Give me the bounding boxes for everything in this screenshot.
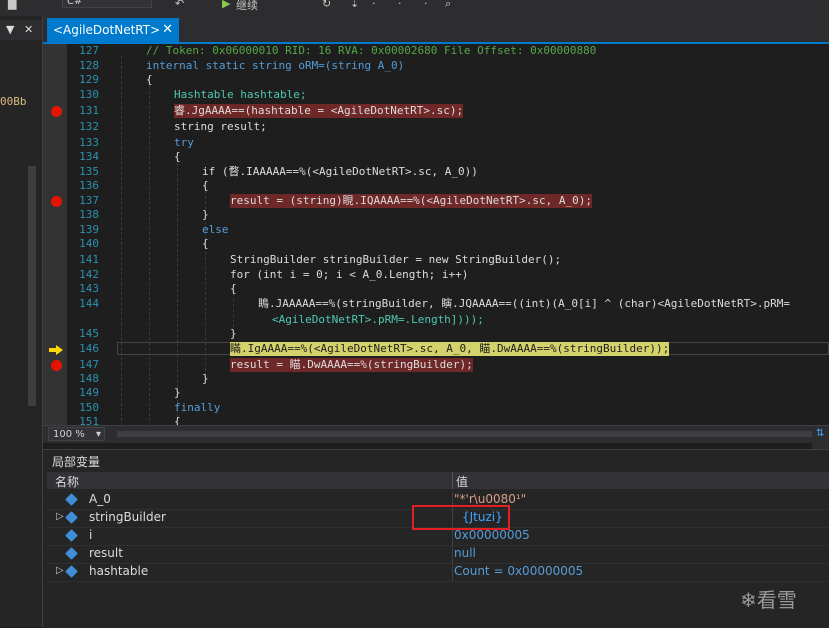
zoom-select[interactable]: 100 % ▾: [48, 427, 105, 441]
tab-agiledotnetrt[interactable]: <AgileDotNetRT> ✕: [47, 18, 179, 42]
close-icon[interactable]: ✕: [24, 23, 33, 36]
language-combo[interactable]: C#: [62, 0, 152, 8]
step-into-icon[interactable]: ·: [372, 0, 376, 10]
search-icon[interactable]: ⌕: [445, 0, 451, 11]
expand-icon[interactable]: ▷: [56, 511, 64, 522]
code-line: 139 else: [79, 223, 229, 236]
locals-window: 局部变量 名称 值 A_0 "*'r\u0080¹" ▷ stringBuild…: [43, 449, 829, 628]
code-line: 137 result = (string)睍.IQAAAA==%(<AgileDo…: [79, 194, 592, 208]
local-row-hashtable[interactable]: ▷ hashtable Count = 0x00000005: [47, 563, 829, 582]
local-row-result[interactable]: result null: [47, 545, 829, 564]
code-line: 150 finally: [79, 401, 221, 414]
code-line: 131 睿.JgAAAA==(hashtable = <AgileDotNetRT…: [79, 104, 464, 118]
code-line: 129{: [79, 73, 153, 86]
code-line: 132 string result;: [79, 120, 267, 133]
expand-icon[interactable]: ▷: [56, 565, 64, 576]
restart-icon[interactable]: ↻: [322, 0, 331, 10]
code-line: 128 internal static string oRM=(string A_…: [79, 59, 405, 72]
step-icon[interactable]: ⇣: [350, 0, 359, 10]
watermark-logo: ❄看雪: [740, 588, 797, 612]
code-line: 136{: [79, 179, 209, 192]
continue-icon[interactable]: ▶: [222, 0, 230, 10]
field-icon: [65, 529, 78, 542]
locals-header: 名称 值: [47, 472, 829, 489]
column-separator[interactable]: [452, 472, 453, 489]
editor-status-bar: 100 % ▾: [43, 425, 829, 443]
code-line: 145}: [79, 327, 237, 340]
column-header-value[interactable]: 值: [456, 473, 468, 490]
code-line: 134{: [79, 150, 181, 163]
code-line: 141 StringBuilder stringBuilder = new Str…: [79, 253, 562, 266]
continue-button[interactable]: 继续: [236, 0, 258, 13]
code-line: 127// Token: 0x06000010 RID: 16 RVA: 0x0…: [79, 44, 597, 57]
code-line: 135 if (瞀.IAAAAA==%(<AgileDotNetRT>.sc, A…: [79, 165, 478, 178]
document-tabs: <AgileDotNetRT> ✕: [43, 16, 829, 42]
code-line: 138}: [79, 208, 209, 221]
panel-header: ▼ ✕: [0, 20, 42, 40]
code-line: 149}: [79, 386, 181, 399]
code-line: <AgileDotNetRT>.pRM=.Length])));: [272, 313, 484, 326]
field-icon: [65, 565, 78, 578]
field-icon: [65, 511, 78, 524]
code-line: 147 result = 瞄.DwAAAA==%(stringBuilder);: [79, 358, 473, 372]
panel-menu-icon[interactable]: ▼: [6, 23, 14, 36]
code-line: 142 for (int i = 0; i < A_0.Length; i++): [79, 268, 469, 281]
code-line: 144 瞗.JAAAAA==%(stringBuilder, 瞚.JQAAAA==…: [79, 297, 790, 310]
horizontal-scrollbar[interactable]: [117, 431, 817, 437]
code-line: 151{: [79, 415, 181, 425]
code-line: 140{: [79, 237, 209, 250]
code-editor[interactable]: 127// Token: 0x06000010 RID: 16 RVA: 0x0…: [43, 44, 829, 425]
vertical-scrollbar[interactable]: [28, 166, 36, 406]
locals-title: 局部变量: [52, 455, 101, 469]
code-line: 130 Hashtable hashtable;: [79, 88, 307, 101]
code-line: 143{: [79, 282, 237, 295]
column-header-name[interactable]: 名称: [55, 473, 79, 490]
tab-label: <AgileDotNetRT>: [53, 23, 161, 37]
field-icon: [65, 547, 78, 560]
step-out-icon[interactable]: ·: [424, 0, 428, 10]
code-line-current: 146 瞞.IgAAAA==%(<AgileDotNetRT>.sc, A_0, …: [79, 342, 670, 356]
close-icon[interactable]: ✕: [162, 22, 173, 37]
step-over-icon[interactable]: ·: [398, 0, 402, 10]
left-tool-panel: ▼ ✕ 00Bb: [0, 16, 43, 627]
code-line: 148}: [79, 372, 209, 385]
chevron-down-icon: ▾: [95, 429, 101, 440]
code-line: 133 try: [79, 136, 194, 149]
arrow-icon: ⇅: [816, 428, 825, 439]
truncated-value: 00Bb: [0, 95, 27, 108]
folder-icon[interactable]: ▆: [8, 0, 16, 10]
undo-icon[interactable]: ↶: [175, 0, 184, 10]
debug-toolbar: ▆ C# ↶ ▶ 继续 ↻ ⇣ · · · ⌕: [0, 0, 829, 16]
field-icon: [65, 493, 78, 506]
highlight-box: [412, 505, 510, 530]
